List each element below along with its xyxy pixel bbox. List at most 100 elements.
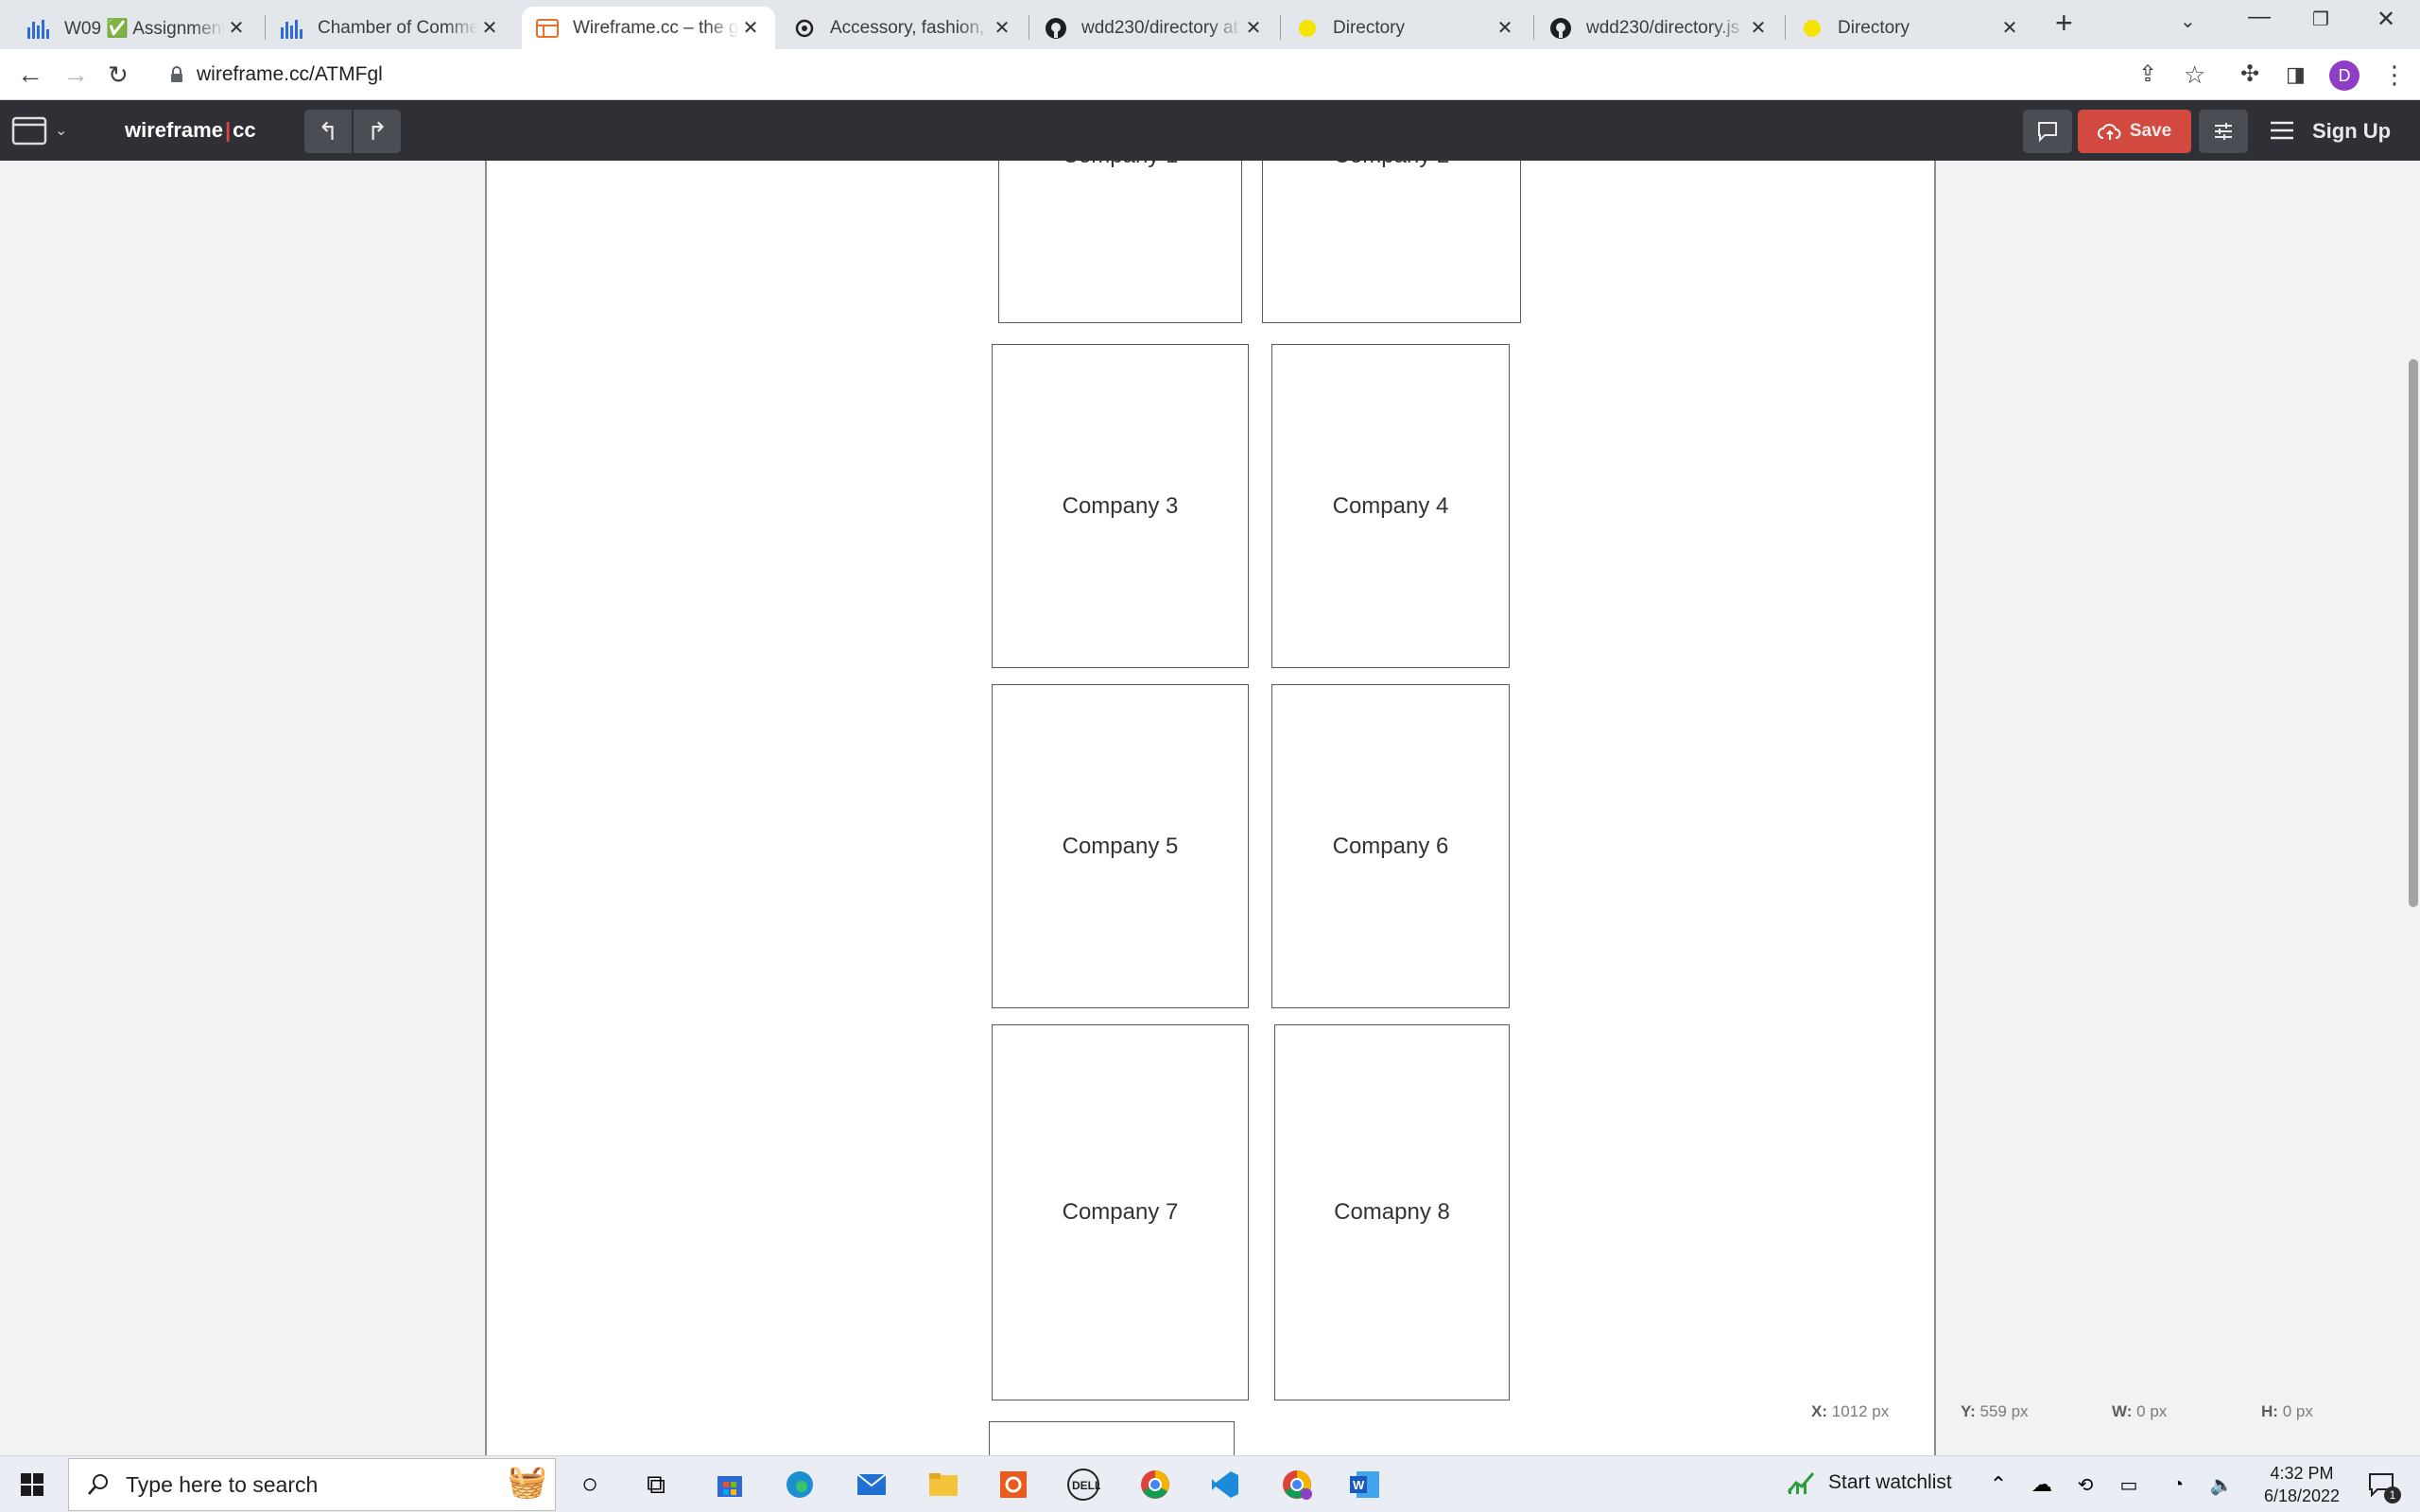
- menu-icon[interactable]: [2269, 119, 2295, 146]
- avatar[interactable]: D: [2329, 60, 2360, 91]
- volume-icon[interactable]: 🔈: [2203, 1466, 2240, 1503]
- clock[interactable]: 4:32 PM 6/18/2022: [2250, 1462, 2354, 1507]
- browser-menu-icon[interactable]: ⋮: [2382, 60, 2407, 89]
- chrome-icon[interactable]: [1136, 1466, 1174, 1503]
- side-panel-icon[interactable]: ◨: [2286, 60, 2306, 89]
- wireframe-canvas[interactable]: Company 1 Company 2 Company 3 Company 4 …: [0, 161, 2420, 1455]
- close-tab-icon[interactable]: ✕: [1998, 16, 2021, 40]
- close-tab-icon[interactable]: ✕: [225, 16, 248, 40]
- watchlist-label: Start watchlist: [1828, 1471, 1952, 1493]
- tab-w09-assignment[interactable]: W09 ✅ Assignment: ✕: [13, 7, 261, 49]
- box-label: Comapny 8: [1334, 1199, 1450, 1225]
- vscode-icon[interactable]: [1206, 1466, 1244, 1503]
- company-box-6[interactable]: Company 6: [1271, 684, 1510, 1008]
- taskbar-search-box[interactable]: Type here to search 🧺: [68, 1458, 556, 1511]
- battery-icon[interactable]: ▭: [2110, 1466, 2148, 1503]
- company-box-partial[interactable]: [989, 1421, 1235, 1455]
- comment-button[interactable]: [2023, 110, 2072, 153]
- extensions-icon[interactable]: ✣: [2240, 60, 2259, 89]
- coord-w-value: 0 px: [2136, 1402, 2168, 1420]
- windows-start-icon[interactable]: [13, 1466, 51, 1503]
- forward-icon[interactable]: →: [62, 60, 89, 89]
- url-field[interactable]: wireframe.cc/ATMFgl: [151, 57, 2155, 93]
- share-icon[interactable]: ⇪: [2138, 60, 2157, 89]
- windows-taskbar: Type here to search 🧺 ○ ⧉ DELL W Start w…: [0, 1455, 2420, 1512]
- tab-accessory-fashion[interactable]: Accessory, fashion, go ✕: [779, 7, 1027, 49]
- yellow-circle-icon: [1295, 16, 1320, 41]
- svg-text:W: W: [1353, 1478, 1365, 1492]
- undo-icon: ↰: [318, 116, 338, 146]
- undo-button[interactable]: ↰: [304, 110, 352, 153]
- tab-title: W09 ✅ Assignment:: [64, 18, 225, 39]
- new-tab-icon[interactable]: +: [2055, 6, 2073, 41]
- chrome-profile-icon[interactable]: [1278, 1466, 1316, 1503]
- company-box-8[interactable]: Comapny 8: [1274, 1024, 1510, 1400]
- redo-button[interactable]: ↱: [354, 110, 401, 153]
- dell-icon[interactable]: DELL: [1064, 1466, 1102, 1503]
- tab-title: Chamber of Commerce: [318, 17, 478, 38]
- wireframe-icon: [535, 16, 560, 41]
- tab-directory[interactable]: Directory ✕: [1282, 7, 1530, 49]
- company-box-5[interactable]: Company 5: [992, 684, 1249, 1008]
- microsoft-store-icon[interactable]: [711, 1466, 749, 1503]
- close-tab-icon[interactable]: ✕: [478, 16, 501, 40]
- picnic-basket-icon: 🧺: [507, 1464, 547, 1500]
- task-view-icon[interactable]: ⧉: [637, 1466, 675, 1503]
- tray-chevron-up-icon[interactable]: ⌃: [1979, 1466, 2017, 1503]
- tab-directory-2[interactable]: Directory ✕: [1787, 7, 2034, 49]
- logo-text-suffix: cc: [233, 118, 256, 142]
- tab-title: Directory: [1333, 17, 1406, 38]
- watchlist-widget[interactable]: Start watchlist: [1787, 1469, 1952, 1496]
- wifi-icon[interactable]: ◔: [2159, 1466, 2197, 1503]
- tab-github-directory-js[interactable]: wdd230/directory.js ✕: [1535, 7, 1783, 49]
- notification-icon[interactable]: 1: [2363, 1466, 2401, 1503]
- restore-icon[interactable]: ❐: [2312, 8, 2329, 31]
- tab-chamber-of-commerce[interactable]: Chamber of Commerce ✕: [267, 7, 514, 49]
- sign-up-link[interactable]: Sign Up: [2312, 119, 2391, 144]
- box-label: Company 5: [1062, 833, 1179, 859]
- word-icon[interactable]: W: [1346, 1466, 1384, 1503]
- bookmark-star-icon[interactable]: ☆: [2184, 60, 2205, 89]
- close-tab-icon[interactable]: ✕: [1242, 16, 1265, 40]
- settings-sliders-button[interactable]: [2199, 110, 2248, 153]
- tab-title: wdd230/directory at: [1081, 17, 1238, 38]
- wireframe-page[interactable]: Company 1 Company 2 Company 3 Company 4 …: [485, 161, 1936, 1455]
- tab-github-directory[interactable]: wdd230/directory at ✕: [1030, 7, 1278, 49]
- coord-w: W: 0 px: [2112, 1402, 2167, 1421]
- logo-text: wireframe: [125, 118, 223, 142]
- save-button[interactable]: Save: [2078, 110, 2191, 153]
- company-box-7[interactable]: Company 7: [992, 1024, 1249, 1400]
- url-text: wireframe.cc/ATMFgl: [197, 63, 383, 85]
- cortana-icon[interactable]: ○: [571, 1466, 609, 1503]
- edge-icon[interactable]: [781, 1466, 819, 1503]
- company-box-1[interactable]: Company 1: [998, 161, 1242, 323]
- mail-icon[interactable]: [853, 1466, 890, 1503]
- coord-y-value: 559 px: [1979, 1402, 2029, 1420]
- box-label: Company 1: [1063, 161, 1179, 169]
- company-box-4[interactable]: Company 4: [1271, 344, 1510, 668]
- coord-x-value: 1012 px: [1831, 1402, 1890, 1420]
- close-tab-icon[interactable]: ✕: [1747, 16, 1770, 40]
- company-box-2[interactable]: Company 2: [1262, 161, 1521, 323]
- office-icon[interactable]: [994, 1466, 1032, 1503]
- tab-search-icon[interactable]: ⌄: [2180, 9, 2196, 33]
- close-window-icon[interactable]: ✕: [2377, 6, 2395, 33]
- clock-date: 6/18/2022: [2263, 1486, 2341, 1505]
- coord-h: H: 0 px: [2261, 1402, 2313, 1421]
- save-label: Save: [2129, 121, 2172, 141]
- coord-x-label: X:: [1811, 1402, 1827, 1420]
- tab-wireframe-cc[interactable]: Wireframe.cc – the go ✕: [522, 7, 775, 49]
- company-box-3[interactable]: Company 3: [992, 344, 1249, 668]
- sync-icon[interactable]: ⟲: [2066, 1466, 2104, 1503]
- minimize-icon[interactable]: —: [2248, 4, 2271, 30]
- onedrive-cloud-icon[interactable]: ☁: [2023, 1466, 2061, 1503]
- close-tab-icon[interactable]: ✕: [1494, 16, 1516, 40]
- page-type-icon[interactable]: ⌄: [11, 115, 67, 146]
- file-explorer-icon[interactable]: [925, 1466, 962, 1503]
- coord-h-value: 0 px: [2282, 1402, 2313, 1420]
- close-tab-icon[interactable]: ✕: [739, 16, 762, 40]
- close-tab-icon[interactable]: ✕: [991, 16, 1013, 40]
- back-icon[interactable]: ←: [17, 60, 43, 89]
- vertical-scrollbar[interactable]: [2409, 359, 2418, 907]
- reload-icon[interactable]: ↻: [108, 60, 129, 89]
